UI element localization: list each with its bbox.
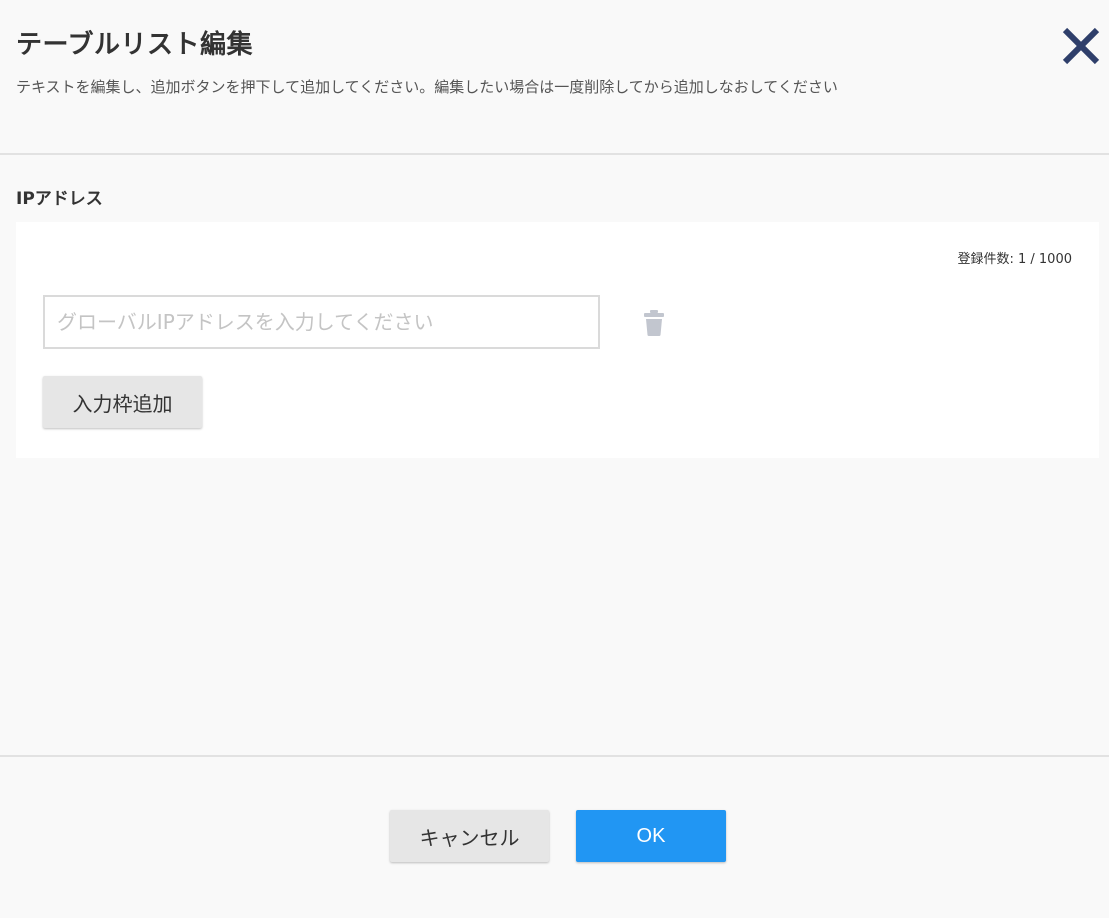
- close-icon: [1062, 27, 1100, 65]
- count-separator: /: [1026, 252, 1039, 267]
- table-list-edit-dialog: テーブルリスト編集 テキストを編集し、追加ボタンを押下して追加してください。編集…: [0, 0, 1109, 918]
- footer-divider: [0, 755, 1109, 757]
- trash-icon: [644, 310, 664, 336]
- count-label: 登録件数:: [957, 252, 1018, 267]
- delete-entry-button[interactable]: [642, 309, 666, 337]
- ip-address-section-label: IPアドレス: [16, 189, 103, 209]
- count-current: 1: [1017, 252, 1027, 267]
- cancel-button[interactable]: キャンセル: [390, 810, 549, 862]
- dialog-description: テキストを編集し、追加ボタンを押下して追加してください。編集したい場合は一度削除…: [16, 78, 838, 96]
- ip-address-input[interactable]: [43, 295, 600, 349]
- ip-address-panel: 登録件数: 1 / 1000 入力枠追加: [16, 222, 1099, 458]
- dialog-header: テーブルリスト編集 テキストを編集し、追加ボタンを押下して追加してください。編集…: [0, 0, 1109, 155]
- close-button[interactable]: [1060, 25, 1102, 67]
- dialog-title: テーブルリスト編集: [16, 30, 253, 60]
- registration-count: 登録件数: 1 / 1000: [957, 248, 1072, 267]
- count-max: 1000: [1038, 252, 1072, 267]
- ok-button[interactable]: OK: [576, 810, 726, 862]
- add-input-field-button[interactable]: 入力枠追加: [43, 376, 202, 428]
